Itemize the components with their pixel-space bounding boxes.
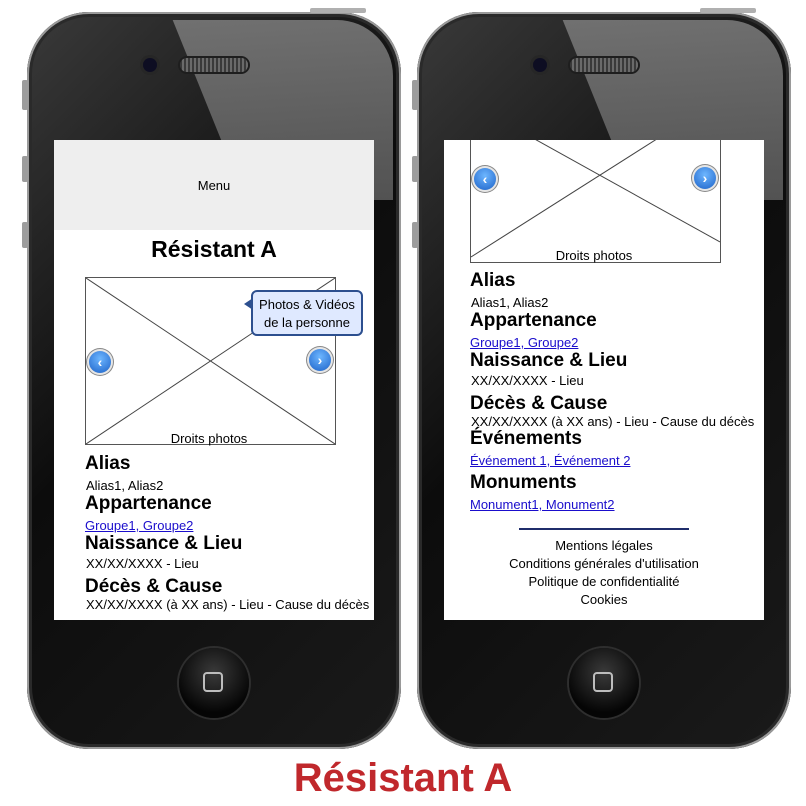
page-title: Résistant A	[151, 236, 277, 262]
link-groupes[interactable]: Groupe1, Groupe2	[85, 518, 193, 533]
chevron-left-icon[interactable]: ‹	[474, 168, 496, 190]
section-text-deces: XX/XX/XXXX (à XX ans) - Lieu - Cause du …	[471, 414, 755, 429]
section-heading-alias: Alias	[470, 270, 516, 291]
right-camera-icon	[533, 58, 547, 72]
chevron-right-icon[interactable]: ›	[309, 349, 331, 371]
left-speaker-grille	[180, 58, 248, 72]
right-screen: Droits photos ‹ › Alias Alias1, Alias2 A…	[444, 140, 764, 620]
right-volume-up	[412, 156, 418, 182]
mockup-title: Résistant A	[293, 756, 513, 800]
link-monuments[interactable]: Monument1, Monument2	[470, 497, 615, 512]
chevron-left-icon[interactable]: ‹	[89, 351, 111, 373]
chevron-right-icon[interactable]: ›	[694, 167, 716, 189]
menu-label: Menu	[197, 177, 231, 193]
photos-videos-tooltip: Photos & Vidéos de la personne	[244, 290, 363, 336]
section-text-deces: XX/XX/XXXX (à XX ans) - Lieu - Cause du …	[86, 597, 370, 612]
section-text-alias: Alias1, Alias2	[471, 295, 549, 310]
tooltip-line-1: Photos & Vidéos	[259, 297, 355, 312]
section-heading-appartenance: Appartenance	[470, 310, 597, 331]
left-mute-switch	[22, 80, 28, 110]
link-groupes[interactable]: Groupe1, Groupe2	[470, 335, 578, 350]
left-volume-down	[22, 222, 28, 248]
photo-carousel[interactable]	[470, 140, 721, 263]
home-button-icon	[203, 672, 223, 692]
left-power-button	[310, 8, 366, 13]
left-camera-icon	[143, 58, 157, 72]
footer-link-mentions[interactable]: Mentions légales	[444, 538, 764, 553]
image-placeholder-cross	[471, 140, 720, 258]
section-text-alias: Alias1, Alias2	[86, 478, 164, 493]
photo-caption: Droits photos	[170, 431, 248, 446]
footer-link-cookies[interactable]: Cookies	[444, 592, 764, 607]
section-text-naissance: XX/XX/XXXX - Lieu	[86, 556, 199, 571]
right-mute-switch	[412, 80, 418, 110]
section-heading-alias: Alias	[85, 453, 131, 474]
section-heading-deces: Décès & Cause	[470, 393, 608, 414]
footer-link-cgu[interactable]: Conditions générales d'utilisation	[444, 556, 764, 571]
photo-caption: Droits photos	[555, 248, 633, 263]
right-speaker-grille	[570, 58, 638, 72]
right-home-button[interactable]	[569, 648, 639, 718]
left-home-button[interactable]	[179, 648, 249, 718]
section-heading-appartenance: Appartenance	[85, 493, 212, 514]
right-power-button	[700, 8, 756, 13]
section-text-naissance: XX/XX/XXXX - Lieu	[471, 373, 584, 388]
footer-divider	[519, 528, 689, 530]
section-heading-deces: Décès & Cause	[85, 576, 223, 597]
footer-link-privacy[interactable]: Politique de confidentialité	[444, 574, 764, 589]
left-screen: Menu Résistant A Droits photos ‹ › Photo…	[54, 140, 374, 620]
section-heading-monuments: Monuments	[470, 472, 577, 493]
tooltip-line-2: de la personne	[263, 315, 350, 330]
left-volume-up	[22, 156, 28, 182]
section-heading-naissance: Naissance & Lieu	[85, 533, 243, 554]
link-evenements[interactable]: Événement 1, Événement 2	[470, 453, 630, 468]
section-heading-evenements: Événements	[470, 428, 582, 449]
menu-bar[interactable]: Menu	[54, 140, 374, 230]
home-button-icon	[593, 672, 613, 692]
right-volume-down	[412, 222, 418, 248]
section-heading-naissance: Naissance & Lieu	[470, 350, 628, 371]
